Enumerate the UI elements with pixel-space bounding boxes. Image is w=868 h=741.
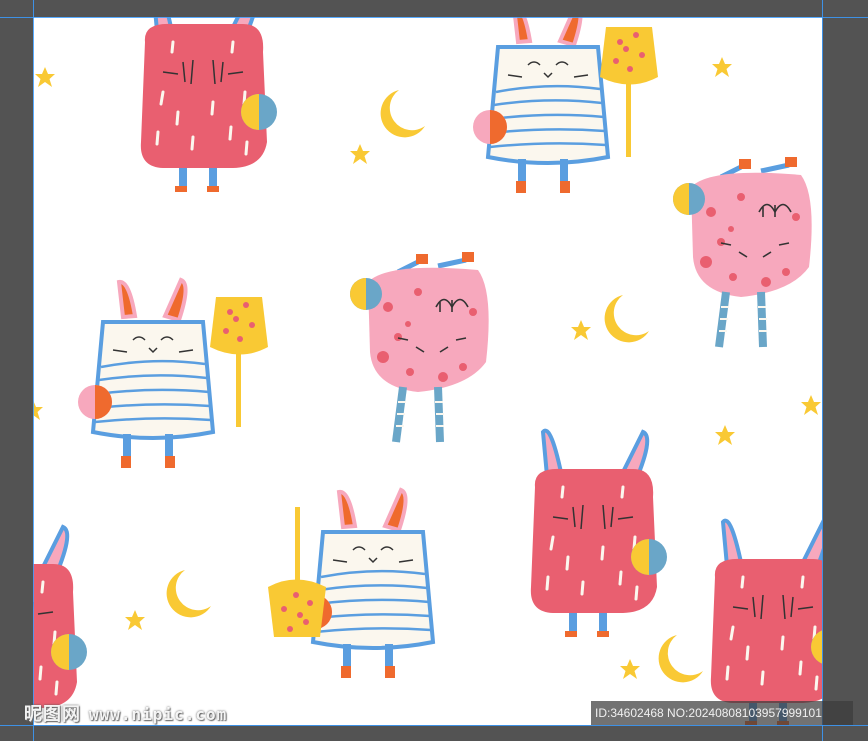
moon-bottom-left bbox=[166, 570, 211, 618]
pink-bunny-edge-left bbox=[33, 523, 90, 725]
pink-monster-right bbox=[673, 157, 812, 347]
star-1 bbox=[35, 67, 55, 87]
pink-bunny-bottom-right bbox=[708, 518, 822, 725]
guide-line-top[interactable] bbox=[0, 17, 868, 18]
watermark-site: www.nipic.com bbox=[89, 705, 228, 724]
mummy-bunny-top bbox=[471, 17, 610, 195]
mummy-bunny-left bbox=[76, 278, 215, 470]
broom-top bbox=[600, 27, 658, 157]
pattern-illustration bbox=[33, 17, 822, 725]
pink-bunny-mid bbox=[528, 428, 669, 639]
pink-bunny-top bbox=[138, 17, 279, 194]
broom-bottom bbox=[268, 507, 326, 637]
document-canvas[interactable]: 昵图网 www.nipic.com ID:34602468 NO:20240808… bbox=[0, 0, 868, 741]
guide-line-right[interactable] bbox=[822, 0, 823, 741]
watermark-logo: 昵图网 bbox=[24, 704, 81, 724]
moon-bottom-right bbox=[658, 635, 703, 683]
star-6 bbox=[801, 395, 821, 415]
star-9 bbox=[33, 400, 43, 420]
star-4 bbox=[571, 320, 591, 340]
image-id-bar: ID:34602468 NO:20240808103957999101 bbox=[591, 701, 853, 725]
guide-line-left[interactable] bbox=[33, 0, 34, 741]
pink-monster-center bbox=[350, 252, 489, 442]
star-2 bbox=[350, 144, 370, 164]
site-watermark: 昵图网 www.nipic.com bbox=[24, 700, 227, 726]
star-3 bbox=[712, 57, 732, 77]
moon-top bbox=[380, 90, 425, 138]
artboard[interactable] bbox=[33, 17, 822, 725]
moon-mid bbox=[604, 295, 649, 343]
star-8 bbox=[620, 659, 640, 679]
broom-left bbox=[210, 297, 268, 427]
star-7 bbox=[125, 610, 145, 630]
star-5 bbox=[715, 425, 735, 445]
